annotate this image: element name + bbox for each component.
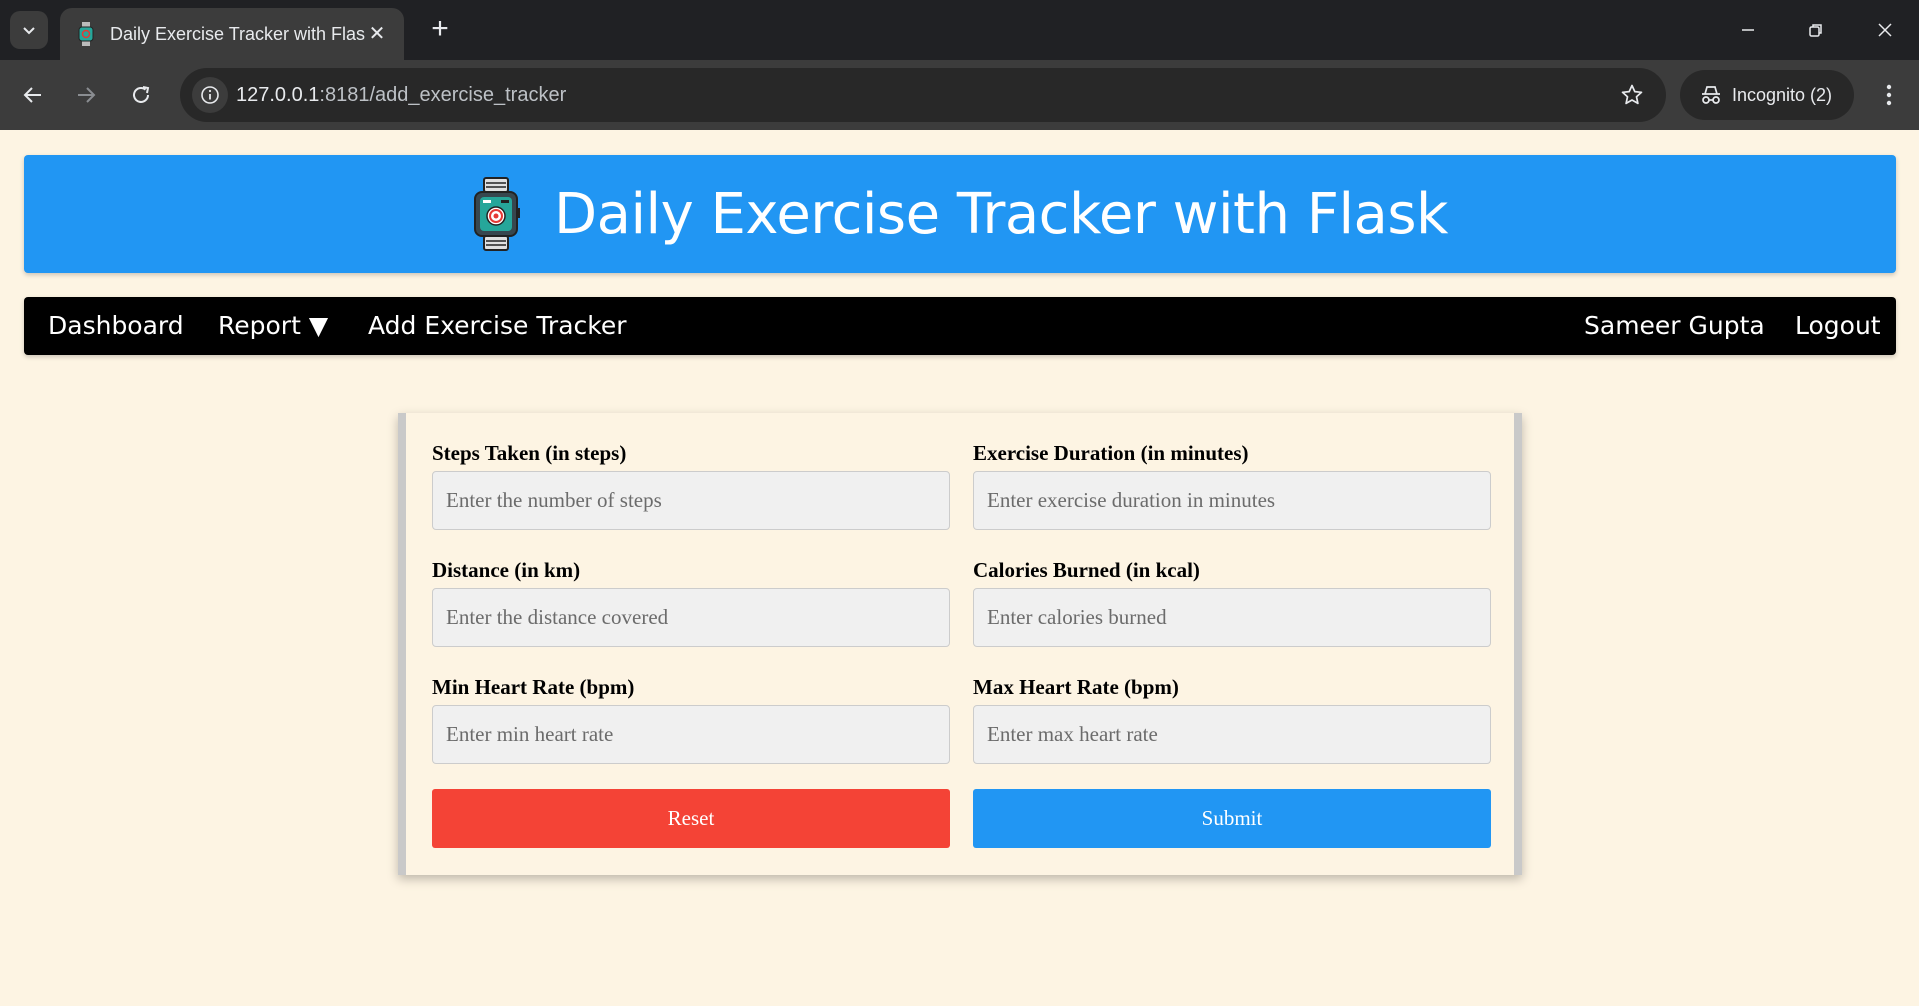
site-info-button[interactable]	[192, 77, 228, 113]
incognito-label: Incognito (2)	[1732, 84, 1833, 105]
url-text: 127.0.0.1:8181/add_exercise_tracker	[236, 68, 566, 122]
nav-dashboard[interactable]: Dashboard	[48, 297, 184, 355]
min-heart-rate-label: Min Heart Rate (bpm)	[432, 675, 635, 699]
minimize-icon	[1742, 29, 1754, 31]
tab-search-button[interactable]	[10, 11, 48, 49]
incognito-icon	[1702, 86, 1720, 104]
close-window-button[interactable]	[1869, 14, 1901, 46]
calories-label: Calories Burned (in kcal)	[973, 558, 1200, 582]
more-vertical-icon	[1886, 84, 1892, 106]
min-heart-rate-input[interactable]	[432, 705, 950, 764]
distance-label: Distance (in km)	[432, 558, 581, 582]
nav-report-dropdown[interactable]: Report ▼	[218, 297, 328, 355]
browser-tab-strip: Daily Exercise Tracker with Flask ✕ +	[0, 0, 1919, 60]
forward-button[interactable]	[68, 77, 104, 113]
new-tab-button[interactable]: +	[424, 14, 456, 46]
max-heart-rate-label: Max Heart Rate (bpm)	[973, 675, 1179, 699]
submit-button[interactable]: Submit	[973, 789, 1491, 848]
info-icon	[201, 86, 219, 104]
arrow-right-icon	[78, 87, 96, 103]
back-button[interactable]	[15, 77, 51, 113]
main-navbar: Dashboard Report ▼ Add Exercise Tracker …	[24, 297, 1896, 355]
exercise-form: Steps Taken (in steps) Exercise Duration…	[398, 413, 1522, 875]
nav-user-name[interactable]: Sameer Gupta	[1584, 297, 1765, 355]
restore-icon	[1809, 24, 1822, 37]
address-bar[interactable]: 127.0.0.1:8181/add_exercise_tracker	[180, 68, 1666, 122]
page-title: Daily Exercise Tracker with Flask	[554, 181, 1448, 247]
distance-input[interactable]	[432, 588, 950, 647]
url-path: :8181/add_exercise_tracker	[319, 84, 567, 106]
steps-input[interactable]	[432, 471, 950, 530]
nav-logout[interactable]: Logout	[1795, 297, 1881, 355]
max-heart-rate-input[interactable]	[973, 705, 1491, 764]
incognito-indicator[interactable]: Incognito (2)	[1680, 70, 1854, 120]
url-host: 127.0.0.1	[236, 84, 320, 106]
close-icon	[1878, 23, 1892, 37]
reset-button[interactable]: Reset	[432, 789, 950, 848]
star-icon	[1621, 84, 1643, 105]
reload-icon	[133, 86, 150, 103]
browser-toolbar: 127.0.0.1:8181/add_exercise_tracker Inco…	[0, 60, 1919, 130]
tab-close-button[interactable]: ✕	[366, 23, 388, 45]
duration-label: Exercise Duration (in minutes)	[973, 441, 1249, 465]
minimize-button[interactable]	[1732, 14, 1764, 46]
header-banner: Daily Exercise Tracker with Flask	[24, 155, 1896, 273]
nav-add-exercise-tracker[interactable]: Add Exercise Tracker	[368, 297, 627, 355]
reload-button[interactable]	[123, 77, 159, 113]
browser-menu-button[interactable]	[1872, 78, 1906, 112]
steps-label: Steps Taken (in steps)	[432, 441, 627, 465]
smartwatch-icon	[76, 22, 96, 46]
chevron-down-icon	[23, 27, 35, 35]
smartwatch-icon	[474, 177, 521, 251]
arrow-left-icon	[23, 87, 41, 103]
bookmark-button[interactable]	[1618, 81, 1646, 109]
calories-input[interactable]	[973, 588, 1491, 647]
restore-button[interactable]	[1800, 14, 1832, 46]
browser-tab[interactable]: Daily Exercise Tracker with Flask ✕	[60, 8, 404, 60]
duration-input[interactable]	[973, 471, 1491, 530]
tab-title: Daily Exercise Tracker with Flask	[110, 23, 366, 44]
